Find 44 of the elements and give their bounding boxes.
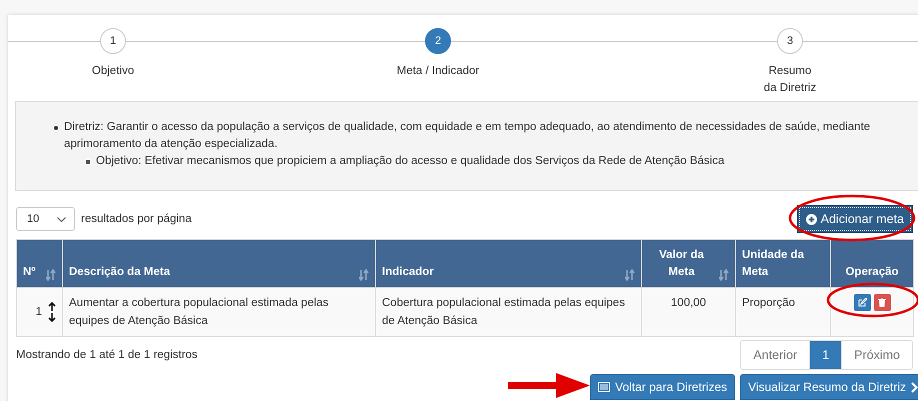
column-header: Descrição da Meta — [69, 265, 171, 280]
sort-icon[interactable] — [359, 269, 369, 281]
column-header: Valor da Meta — [658, 248, 705, 280]
bullet-icon — [54, 126, 58, 130]
bullet-icon — [86, 160, 90, 164]
column-header: Unidade da Meta — [742, 248, 805, 280]
table-cell: Cobertura populacional estimada pelas equipes de Atenção Básica — [382, 297, 625, 327]
column-header: Nº — [23, 265, 37, 280]
page-size-select[interactable]: 10 — [16, 207, 75, 231]
plus-circle-icon — [806, 214, 817, 224]
chevron-right-icon — [911, 382, 918, 392]
column-header: Operação — [844, 265, 900, 280]
pagination-link[interactable]: Próximo — [841, 341, 912, 369]
pagination-link[interactable]: 1 — [809, 341, 842, 369]
pagination-link[interactable]: Anterior — [741, 341, 810, 369]
step-label: Resumo da Diretriz — [764, 64, 816, 96]
step-number[interactable]: 2 — [425, 28, 451, 54]
chevron-down-icon — [57, 216, 66, 222]
table-cell: 100,00 — [670, 297, 706, 309]
list-icon — [598, 382, 610, 392]
delete-button[interactable] — [874, 294, 890, 311]
add-goal-button[interactable]: Adicionar meta — [796, 205, 913, 233]
sort-icon[interactable] — [719, 269, 729, 281]
step-label: Objetivo — [92, 64, 134, 79]
step-number[interactable]: 3 — [777, 28, 803, 54]
trash-icon — [878, 298, 886, 307]
arrow-down-icon[interactable] — [48, 313, 56, 322]
arrow-up-icon[interactable] — [48, 302, 56, 311]
results-summary: Mostrando de 1 até 1 de 1 registros — [16, 349, 198, 361]
page-size-label: resultados por página — [81, 213, 192, 225]
sort-icon[interactable] — [46, 269, 56, 281]
step-label: Meta / Indicador — [396, 64, 480, 79]
column-header: Indicador — [382, 265, 435, 280]
table-cell: Aumentar a cobertura populacional estimada pelas equipes de Atenção Básica — [69, 297, 329, 327]
step-number[interactable]: 1 — [100, 28, 126, 54]
table-cell: Proporção — [742, 297, 796, 309]
table-cell-text: 1 — [36, 305, 42, 320]
info-text: Objetivo: Efetivar mecanismos que propiciem a ampliação do acesso e qualidade dos Serviços da Rede de Atenção Básica — [96, 154, 724, 169]
sort-icon[interactable] — [625, 269, 635, 281]
edit-icon — [858, 298, 866, 307]
info-text: Diretriz: Garantir o acesso da população a serviços de qualidade, com equidade e em tempo adequado, ao atendimento de necessidades de saúde, mediante aprimoramento da atenção especializada. — [64, 120, 872, 152]
edit-button[interactable] — [854, 294, 870, 311]
next-button[interactable]: Visualizar Resumo da Diretriz — [740, 374, 918, 400]
back-button[interactable]: Voltar para Diretrizes — [590, 374, 736, 400]
